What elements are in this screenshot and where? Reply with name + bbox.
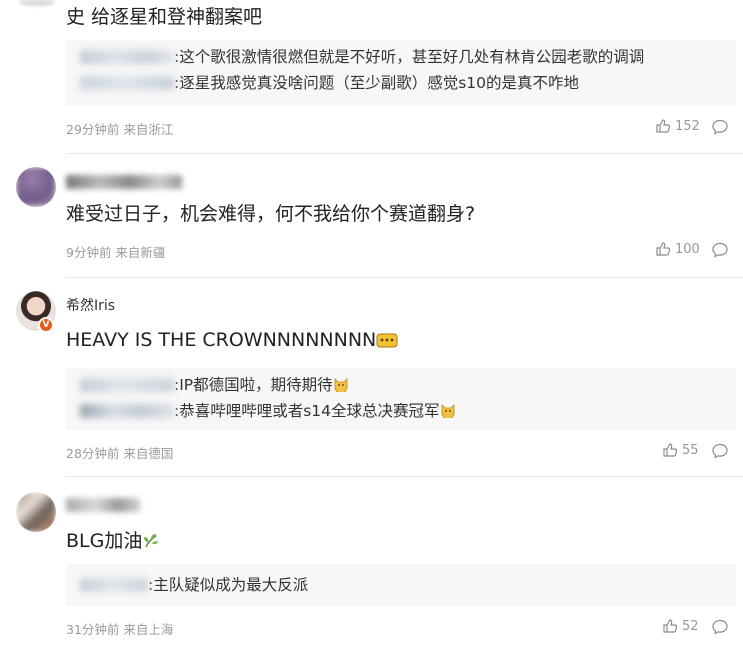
reply-item[interactable]: :恭喜哔哩哔哩或者s14全球总决赛冠军: [80, 398, 722, 424]
comment-bubble-icon[interactable]: [711, 241, 729, 259]
like-button[interactable]: 100: [655, 241, 700, 257]
comment-text: HEAVY IS THE CROWNNNNNNNN: [66, 327, 398, 353]
thumbs-up-icon: [656, 242, 671, 256]
reply-text: :这个歌很激情很燃但就是不好听，甚至好几处有林肯公园老歌的调调: [174, 48, 645, 66]
comment-text: BLG加油: [66, 528, 160, 554]
cat-emoji-icon: [334, 378, 348, 392]
reply-box: :主队疑似成为最大反派: [66, 564, 736, 606]
like-count: 152: [675, 118, 700, 134]
reply-username[interactable]: [80, 50, 174, 64]
comment-bubble-icon[interactable]: [711, 442, 729, 460]
reply-item[interactable]: :IP都德国啦，期待期待: [80, 372, 722, 398]
username[interactable]: [66, 498, 140, 512]
like-button[interactable]: 152: [655, 118, 700, 134]
reply-item[interactable]: :这个歌很激情很燃但就是不好听，甚至好几处有林肯公园老歌的调调: [80, 44, 722, 70]
comment-meta: 9分钟前 来自新疆: [66, 245, 166, 260]
verified-badge-icon: V: [38, 317, 54, 333]
comment-meta: 29分钟前 来自浙江: [66, 122, 174, 137]
like-count: 100: [675, 241, 700, 257]
reply-text: :恭喜哔哩哔哩或者s14全球总决赛冠军: [174, 402, 440, 420]
crown-emoji-icon: [376, 333, 398, 348]
comment-text: 史 给逐星和登神翻案吧: [66, 6, 263, 28]
comment-bubble-icon[interactable]: [711, 118, 729, 136]
comment-meta: 28分钟前 来自德国: [66, 446, 174, 461]
comment-item: 史 给逐星和登神翻案吧 :这个歌很激情很燃但就是不好听，甚至好几处有林肯公园老歌…: [0, 0, 743, 153]
thumbs-up-icon: [663, 619, 678, 633]
avatar[interactable]: [16, 167, 56, 207]
comment-text: 难受过日子，机会难得，何不我给你个赛道翻身?: [66, 203, 476, 225]
reply-username[interactable]: [80, 578, 148, 592]
avatar[interactable]: [16, 492, 56, 532]
reply-item[interactable]: :主队疑似成为最大反派: [80, 572, 722, 598]
reply-username[interactable]: [80, 76, 174, 90]
reply-box: :这个歌很激情很燃但就是不好听，甚至好几处有林肯公园老歌的调调 :逐星我感觉真没…: [66, 40, 736, 106]
username[interactable]: [66, 175, 182, 189]
reply-item[interactable]: :逐星我感觉真没啥问题（至少副歌）感觉s10的是真不咋地: [80, 70, 722, 96]
comment-item: V 希然Iris HEAVY IS THE CROWNNNNNNNN :IP都德…: [0, 277, 743, 476]
thumbs-up-icon: [656, 119, 671, 133]
like-button[interactable]: 52: [662, 618, 699, 634]
comment-meta: 31分钟前 来自上海: [66, 622, 174, 637]
like-count: 52: [682, 618, 699, 634]
reply-text: :IP都德国啦，期待期待: [174, 376, 333, 394]
username[interactable]: 希然Iris: [66, 295, 115, 315]
comment-item: 难受过日子，机会难得，何不我给你个赛道翻身? 9分钟前 来自新疆 100: [0, 153, 743, 277]
reply-text: :主队疑似成为最大反派: [148, 576, 309, 594]
thumbs-up-icon: [663, 443, 678, 457]
comment-text-content: HEAVY IS THE CROWNNNNNNNN: [66, 329, 377, 351]
reply-username[interactable]: [80, 378, 174, 392]
like-button[interactable]: 55: [662, 442, 699, 458]
comment-text-content: BLG加油: [66, 530, 143, 552]
comment-bubble-icon[interactable]: [711, 618, 729, 636]
reply-text: :逐星我感觉真没啥问题（至少副歌）感觉s10的是真不咋地: [174, 74, 580, 92]
reply-box: :IP都德国啦，期待期待 :恭喜哔哩哔哩或者s14全球总决赛冠军: [66, 368, 736, 430]
like-count: 55: [682, 442, 699, 458]
comment-item: BLG加油 :主队疑似成为最大反派 31分钟前 来自上海 52: [0, 476, 743, 645]
cat-emoji-icon: [441, 404, 454, 418]
reply-username[interactable]: [80, 404, 174, 418]
plant-emoji-icon: [144, 534, 159, 548]
